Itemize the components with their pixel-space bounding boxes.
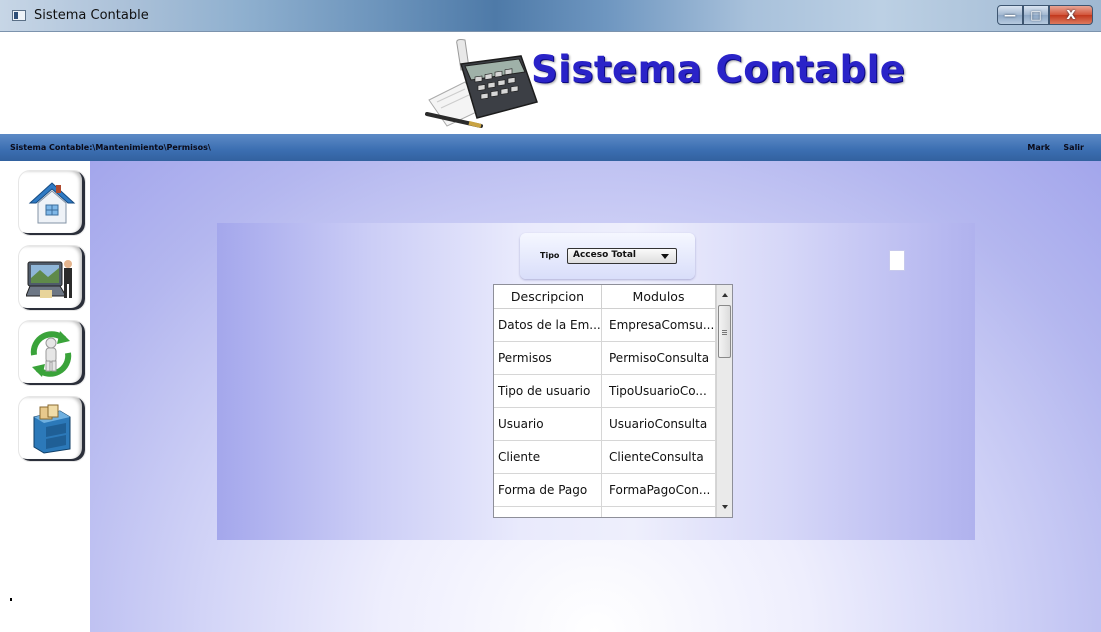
stray-dot <box>10 598 12 601</box>
scroll-down-button[interactable] <box>717 499 732 515</box>
scroll-thumb[interactable] <box>718 305 731 358</box>
grid-header: Descripcion Modulos <box>494 285 716 309</box>
breadcrumb: Sistema Contable:\Mantenimiento\Permisos… <box>10 143 211 152</box>
cell-descripcion <box>494 507 602 517</box>
window-title: Sistema Contable <box>34 8 149 23</box>
cell-descripcion: Cliente <box>494 441 602 474</box>
type-select-value: Acceso Total <box>573 250 636 260</box>
scroll-up-button[interactable] <box>717 287 732 303</box>
breadcrumb-bar: Sistema Contable:\Mantenimiento\Permisos… <box>0 134 1101 161</box>
close-button[interactable]: X <box>1049 5 1093 25</box>
cell-modulos: TipoUsuarioCo... <box>602 375 716 408</box>
logout-link[interactable]: Salir <box>1063 143 1084 152</box>
column-header-modulos[interactable]: Modulos <box>602 285 716 309</box>
vertical-scrollbar[interactable] <box>716 285 732 517</box>
table-row[interactable]: Permisos PermisoConsulta <box>494 342 716 375</box>
computer-user-icon <box>26 260 72 298</box>
sidebar-item-home[interactable] <box>18 170 86 236</box>
current-user: Mark <box>1027 143 1050 152</box>
cell-modulos: UsuarioConsulta <box>602 408 716 441</box>
type-label: Tipo <box>540 251 560 260</box>
logo-title: Sistema Contable <box>531 48 906 91</box>
table-row-partial[interactable] <box>494 507 716 517</box>
refresh-person-icon <box>30 331 72 377</box>
cell-descripcion: Datos de la Em... <box>494 309 602 342</box>
grip-icon <box>722 330 727 335</box>
minimize-button[interactable]: — <box>997 5 1023 25</box>
table-row[interactable]: Cliente ClienteConsulta <box>494 441 716 474</box>
cell-modulos: ClienteConsulta <box>602 441 716 474</box>
table-row[interactable]: Datos de la Em... EmpresaComsu... <box>494 309 716 342</box>
cell-modulos: PermisoConsulta <box>602 342 716 375</box>
type-select[interactable]: Acceso Total <box>567 248 677 264</box>
sidebar-item-users[interactable] <box>18 245 86 311</box>
permissions-grid[interactable]: Descripcion Modulos Datos de la Em... Em… <box>493 284 733 518</box>
calculator-logo-icon <box>425 38 541 130</box>
header: Sistema Contable <box>0 32 1101 134</box>
grid-rows: Datos de la Em... EmpresaComsu... Permis… <box>494 309 716 517</box>
cell-modulos <box>602 507 716 517</box>
arrow-down-icon <box>722 505 728 509</box>
cell-descripcion: Permisos <box>494 342 602 375</box>
window-titlebar: Sistema Contable — □ X <box>0 0 1101 32</box>
window-controls: — □ X <box>997 5 1093 27</box>
sidebar-item-refresh[interactable] <box>18 320 86 386</box>
column-header-descripcion[interactable]: Descripcion <box>494 285 602 309</box>
arrow-up-icon <box>722 293 728 297</box>
cell-modulos: EmpresaComsu... <box>602 309 716 342</box>
cell-modulos: FormaPagoCon... <box>602 474 716 507</box>
sidebar-item-archive[interactable] <box>18 396 86 462</box>
cell-descripcion: Usuario <box>494 408 602 441</box>
filing-cabinet-icon <box>33 404 71 454</box>
table-row[interactable]: Tipo de usuario TipoUsuarioCo... <box>494 375 716 408</box>
cell-descripcion: Tipo de usuario <box>494 375 602 408</box>
maximize-button[interactable]: □ <box>1023 5 1049 25</box>
small-white-box[interactable] <box>889 250 905 271</box>
table-row[interactable]: Usuario UsuarioConsulta <box>494 408 716 441</box>
chevron-down-icon <box>661 254 669 259</box>
home-icon <box>28 182 76 224</box>
app-icon <box>12 10 26 21</box>
cell-descripcion: Forma de Pago <box>494 474 602 507</box>
type-filter-box: Tipo Acceso Total <box>520 233 695 279</box>
table-row[interactable]: Forma de Pago FormaPagoCon... <box>494 474 716 507</box>
